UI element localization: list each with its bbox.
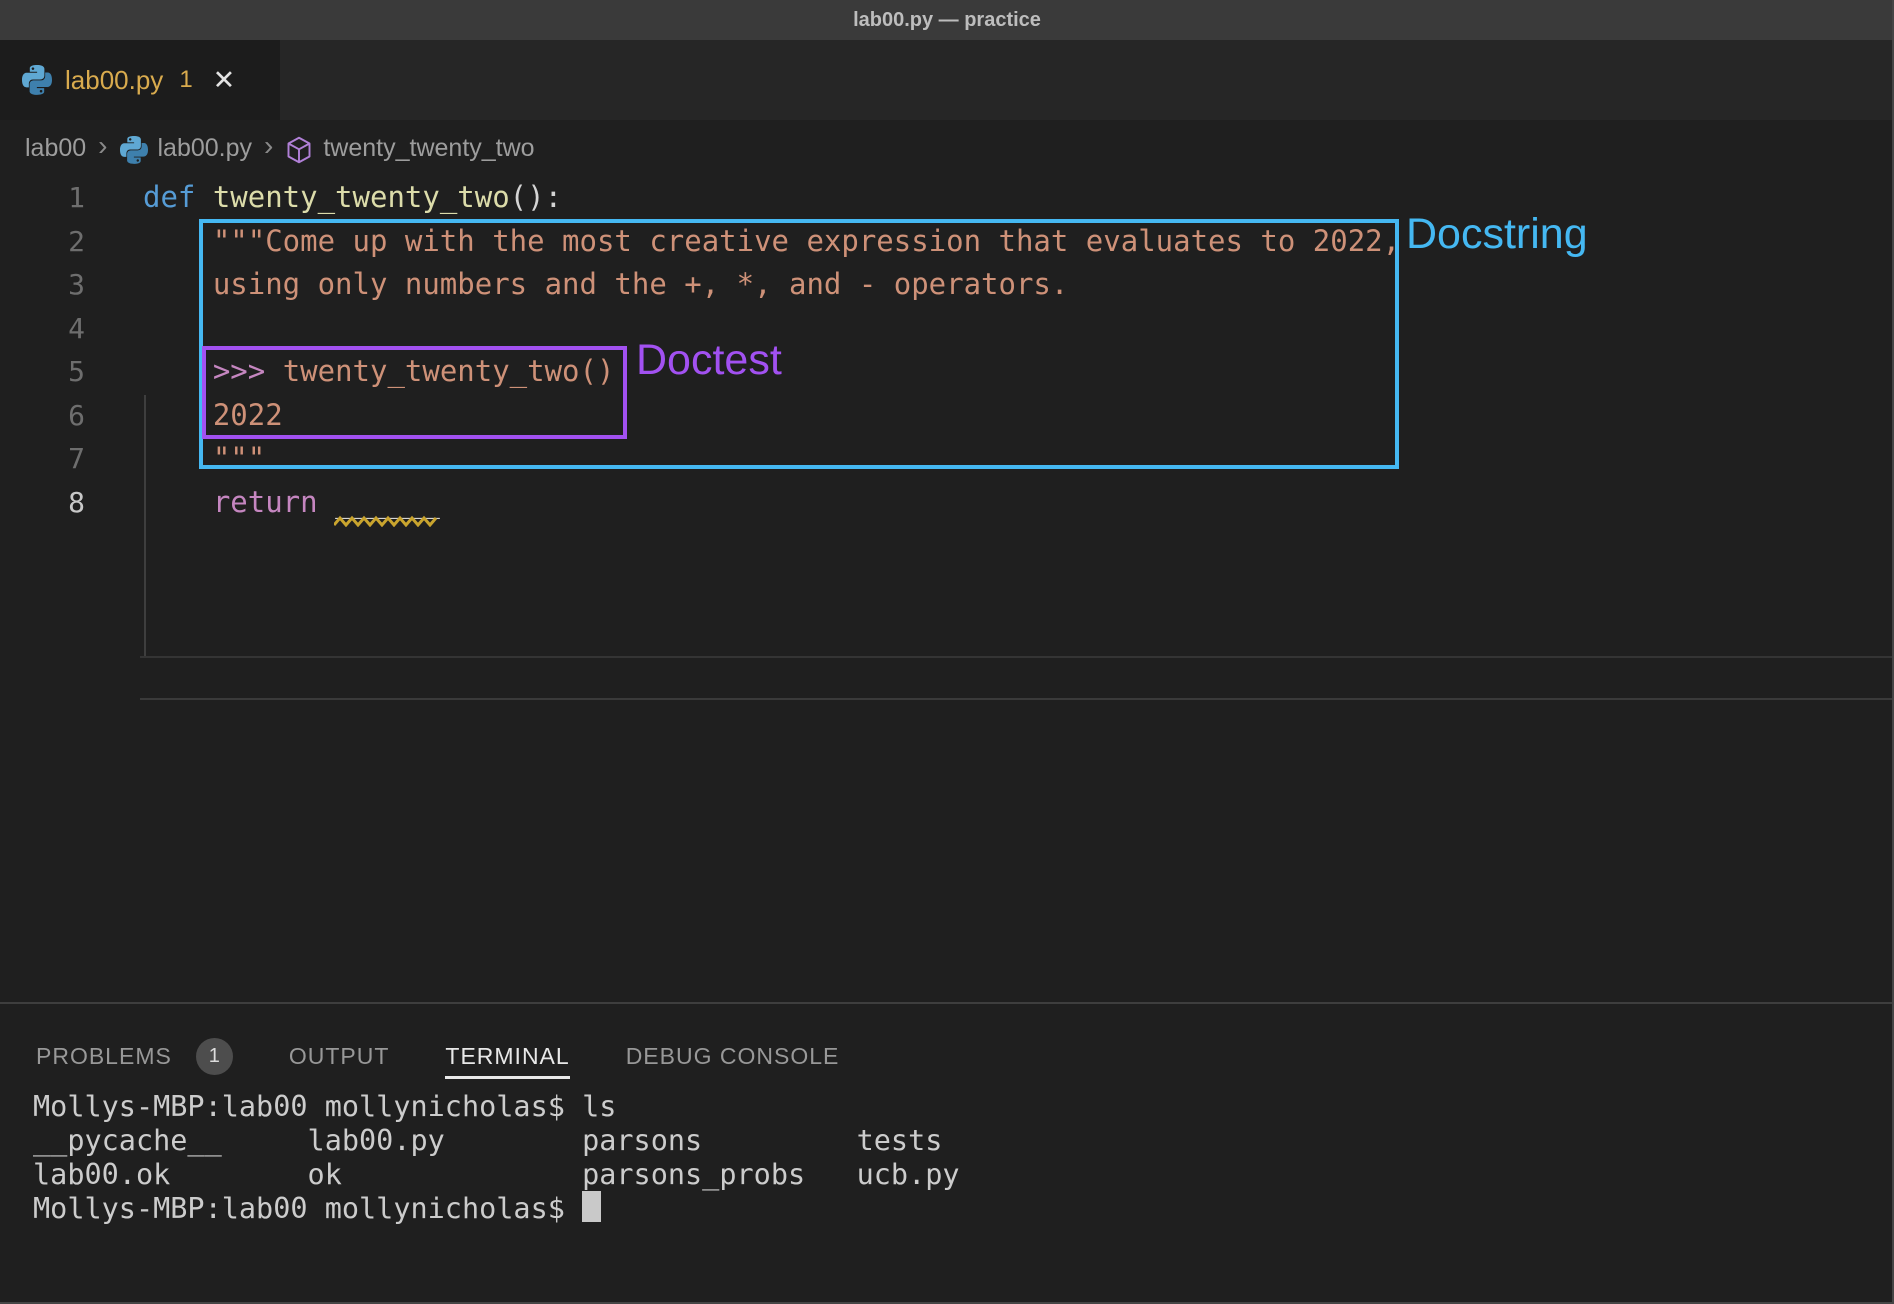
window-titlebar: lab00.py — practice [0, 0, 1894, 40]
breadcrumb-file[interactable]: lab00.py [158, 134, 253, 163]
docstring-annotation-label: Docstring [1406, 210, 1588, 259]
tab-modified-badge: 1 [179, 66, 192, 94]
terminal-cursor [582, 1191, 601, 1222]
window-title: lab00.py — practice [853, 9, 1041, 32]
current-line-highlight [140, 656, 1894, 700]
line-number: 3 [0, 263, 85, 307]
terminal-line: Mollys-MBP:lab00 mollynicholas$ ls [33, 1090, 616, 1124]
tab-debug-console[interactable]: DEBUG CONSOLE [626, 1036, 840, 1076]
tab-problems-label: PROBLEMS [36, 1043, 172, 1070]
breadcrumb-symbol[interactable]: twenty_twenty_two [323, 134, 534, 163]
doctest-annotation-label: Doctest [636, 336, 782, 385]
terminal-line: __pycache__ lab00.py parsons tests [33, 1124, 942, 1158]
tab-terminal-label: TERMINAL [445, 1043, 569, 1070]
line-number: 6 [0, 394, 85, 438]
chevron-right-icon: › [98, 132, 107, 160]
line-number: 7 [0, 437, 85, 481]
line-number: 1 [0, 176, 85, 220]
warning-squiggle [334, 515, 439, 527]
line-number: 2 [0, 220, 85, 264]
doctest-annotation-box [202, 346, 627, 439]
terminal-line: Mollys-MBP:lab00 mollynicholas$ [33, 1192, 582, 1226]
tab-close-icon[interactable]: ✕ [213, 65, 236, 96]
breadcrumb: lab00 › lab00.py › twenty_twenty_two [0, 120, 1894, 176]
tab-output[interactable]: OUTPUT [289, 1036, 390, 1076]
symbol-cube-icon [285, 136, 313, 164]
active-panel-tab-underline [445, 1076, 569, 1079]
line-number: 8 [0, 481, 85, 525]
line-number: 4 [0, 307, 85, 351]
python-icon [120, 136, 148, 164]
tab-terminal[interactable]: TERMINAL [445, 1036, 569, 1076]
chevron-right-icon: › [264, 132, 273, 160]
problems-count-badge: 1 [196, 1038, 233, 1075]
editor-tab-bar: lab00.py 1 ✕ [0, 40, 1894, 120]
tab-problems[interactable]: PROBLEMS 1 [36, 1036, 233, 1076]
terminal-line: lab00.ok ok parsons_probs ucb.py [33, 1158, 960, 1192]
tab-lab00-py[interactable]: lab00.py 1 ✕ [0, 40, 280, 120]
tab-debug-console-label: DEBUG CONSOLE [626, 1043, 840, 1070]
python-icon [22, 65, 52, 95]
line-number: 5 [0, 350, 85, 394]
panel-tab-bar: PROBLEMS 1 OUTPUT TERMINAL DEBUG CONSOLE [36, 1036, 839, 1076]
tab-filename: lab00.py [65, 65, 163, 96]
breadcrumb-folder[interactable]: lab00 [25, 134, 86, 163]
tab-output-label: OUTPUT [289, 1043, 390, 1070]
code-line[interactable]: def twenty_twenty_two(): [143, 176, 562, 220]
